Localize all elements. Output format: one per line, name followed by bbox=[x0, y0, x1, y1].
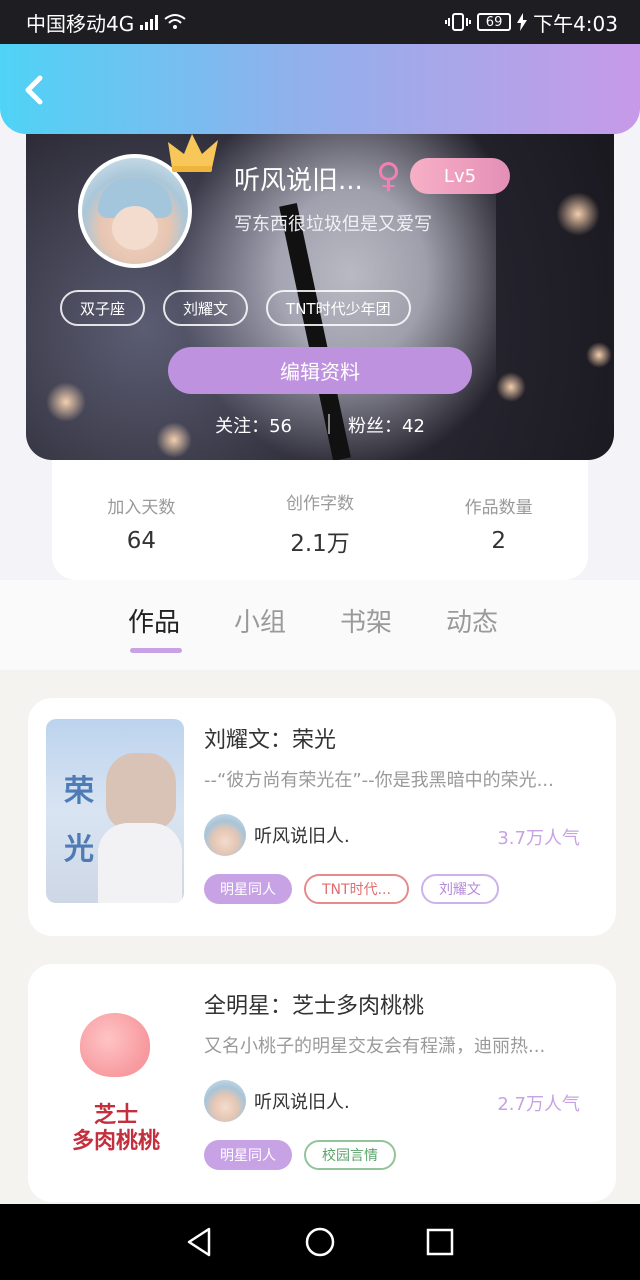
work-tag[interactable]: 明星同人 bbox=[204, 874, 292, 904]
tab-bar: 作品 小组 书架 动态 bbox=[0, 580, 640, 670]
work-tags: 明星同人 TNT时代... 刘耀文 bbox=[204, 874, 499, 904]
signal-icon bbox=[140, 14, 159, 30]
level-badge: Lv5 bbox=[410, 158, 510, 194]
home-circle-icon[interactable] bbox=[303, 1225, 337, 1259]
cover-title: 芝士 多肉桃桃 bbox=[71, 1103, 160, 1154]
popularity: 2.7万人气 bbox=[497, 1094, 580, 1115]
recent-square-icon[interactable] bbox=[423, 1225, 457, 1259]
tab-activity[interactable]: 动态 bbox=[446, 602, 498, 639]
stat-word-count: 创作字数 2.1万 bbox=[285, 493, 354, 557]
author-avatar bbox=[204, 1080, 246, 1122]
user-signature: 写东西很垃圾但是又爱写 bbox=[234, 214, 432, 235]
follow-stats: 关注：56 粉丝：42 bbox=[26, 412, 614, 438]
following-count[interactable]: 关注：56 bbox=[215, 412, 292, 438]
charging-icon bbox=[517, 13, 528, 31]
carrier-label: 中国移动4G bbox=[26, 11, 135, 36]
back-button[interactable] bbox=[18, 70, 50, 110]
profile-tag[interactable]: 刘耀文 bbox=[163, 290, 249, 326]
cover-title: 荣光 bbox=[64, 774, 94, 867]
works-list: 荣光 刘耀文：荣光 --“彼方尚有荣光在”--你是我黑暗中的荣光... 听风说旧… bbox=[0, 670, 640, 1204]
work-title: 全明星：芝士多肉桃桃 bbox=[204, 994, 425, 1019]
back-triangle-icon[interactable] bbox=[183, 1225, 217, 1259]
profile-tags: 双子座 刘耀文 TNT时代少年团 bbox=[60, 290, 411, 326]
author-row: 听风说旧人. bbox=[204, 1080, 350, 1122]
popularity: 3.7万人气 bbox=[497, 828, 580, 849]
work-card[interactable]: 芝士 多肉桃桃 全明星：芝士多肉桃桃 又名小桃子的明星交友会有程潇，迪丽热... … bbox=[28, 964, 616, 1202]
divider bbox=[328, 414, 330, 434]
work-tags: 明星同人 校园言情 bbox=[204, 1140, 396, 1170]
work-card[interactable]: 荣光 刘耀文：荣光 --“彼方尚有荣光在”--你是我黑暗中的荣光... 听风说旧… bbox=[28, 698, 616, 936]
peach-icon bbox=[80, 1013, 150, 1077]
crown-icon bbox=[168, 134, 218, 172]
work-cover: 芝士 多肉桃桃 bbox=[46, 985, 184, 1169]
work-tag[interactable]: 刘耀文 bbox=[420, 874, 499, 904]
tab-groups[interactable]: 小组 bbox=[234, 602, 286, 639]
stat-work-count: 作品数量 2 bbox=[464, 497, 533, 554]
work-title: 刘耀文：荣光 bbox=[204, 728, 337, 753]
author-name: 听风说旧人. bbox=[254, 826, 350, 847]
work-description: --“彼方尚有荣光在”--你是我黑暗中的荣光... bbox=[204, 770, 554, 791]
status-bar: 中国移动4G 69 下午4:03 bbox=[0, 0, 640, 44]
stats-card: 加入天数 64 创作字数 2.1万 作品数量 2 bbox=[52, 456, 588, 580]
header-bar bbox=[0, 44, 640, 134]
profile-tag[interactable]: TNT时代少年团 bbox=[266, 290, 411, 326]
author-row: 听风说旧人. bbox=[204, 814, 350, 856]
stat-join-days: 加入天数 64 bbox=[107, 497, 176, 554]
wifi-icon bbox=[164, 14, 186, 29]
fans-count[interactable]: 粉丝：42 bbox=[348, 412, 425, 438]
battery-icon: 69 bbox=[477, 13, 512, 31]
tab-works[interactable]: 作品 bbox=[128, 602, 183, 653]
work-tag[interactable]: 校园言情 bbox=[304, 1140, 396, 1170]
clock: 下午4:03 bbox=[533, 11, 618, 36]
female-icon: ♀ bbox=[376, 156, 401, 196]
work-tag[interactable]: 明星同人 bbox=[204, 1140, 292, 1170]
user-name: 听风说旧... bbox=[234, 166, 363, 196]
system-nav-bar bbox=[0, 1204, 640, 1280]
chevron-left-icon bbox=[25, 75, 43, 105]
work-tag[interactable]: TNT时代... bbox=[304, 874, 409, 904]
battery-level: 69 bbox=[485, 14, 503, 30]
author-name: 听风说旧人. bbox=[254, 1092, 350, 1113]
profile-hero: 听风说旧... ♀ Lv5 写东西很垃圾但是又爱写 双子座 刘耀文 TNT时代少… bbox=[26, 132, 614, 460]
profile-tag[interactable]: 双子座 bbox=[60, 290, 146, 326]
author-avatar bbox=[204, 814, 246, 856]
work-cover: 荣光 bbox=[46, 719, 184, 903]
work-description: 又名小桃子的明星交友会有程潇，迪丽热... bbox=[204, 1036, 546, 1057]
tab-bookshelf[interactable]: 书架 bbox=[340, 602, 392, 639]
edit-profile-button[interactable]: 编辑资料 bbox=[168, 347, 472, 394]
vibrate-icon bbox=[445, 13, 472, 31]
